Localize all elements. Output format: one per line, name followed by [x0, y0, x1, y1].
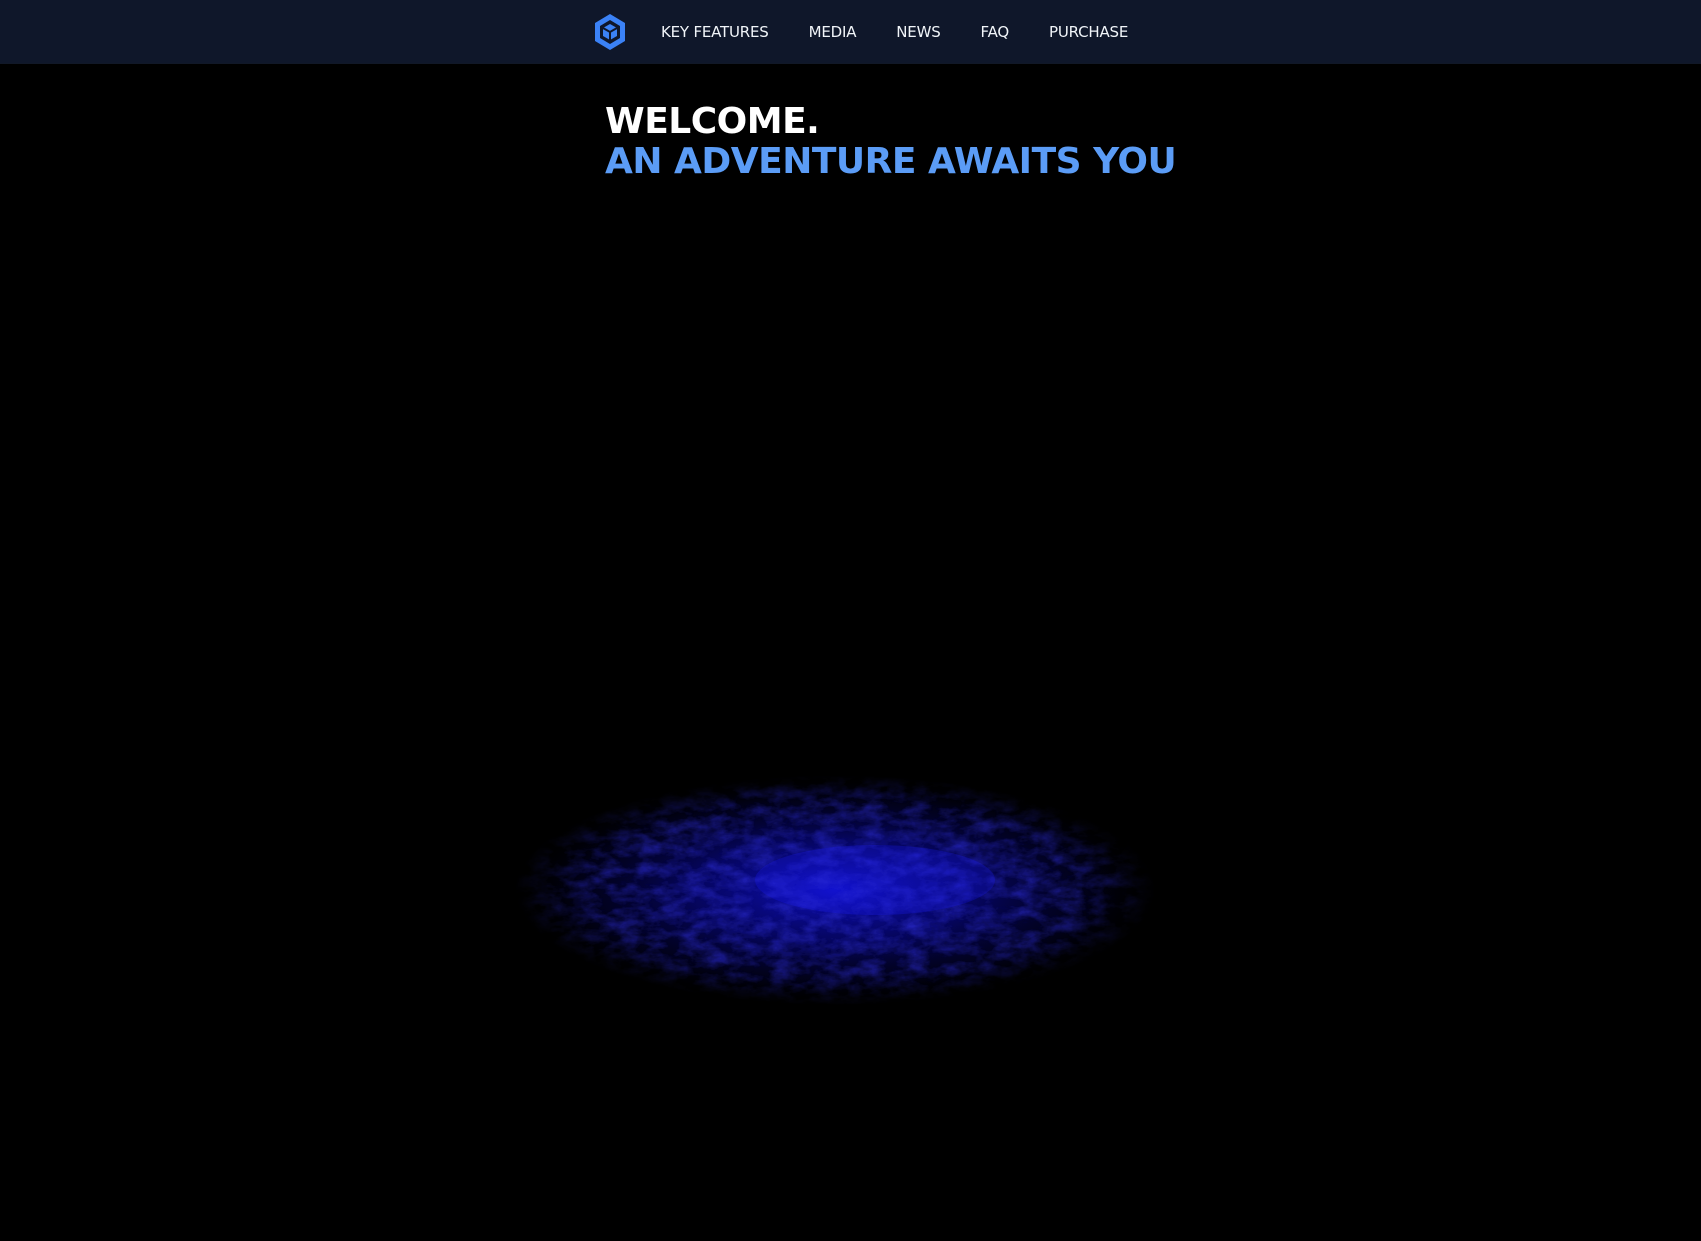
terrain-visual: [505, 765, 1165, 1015]
hero-title: WELCOME. AN ADVENTURE AWAITS YOU: [605, 101, 1177, 182]
top-navbar: KEY FEATURES MEDIA NEWS FAQ PURCHASE: [0, 0, 1701, 64]
nav-link-key-features[interactable]: KEY FEATURES: [661, 23, 769, 41]
hero-welcome-text: WELCOME.: [605, 101, 820, 142]
nav-links: KEY FEATURES MEDIA NEWS FAQ PURCHASE: [661, 23, 1128, 41]
nav-container: KEY FEATURES MEDIA NEWS FAQ PURCHASE: [592, 0, 1128, 64]
nav-link-news[interactable]: NEWS: [896, 23, 940, 41]
hero-tagline-text: AN ADVENTURE AWAITS YOU: [605, 141, 1177, 182]
nav-link-faq[interactable]: FAQ: [981, 23, 1010, 41]
nav-link-purchase[interactable]: PURCHASE: [1049, 23, 1128, 41]
hexagon-cube-logo-icon[interactable]: [592, 12, 628, 52]
nav-link-media[interactable]: MEDIA: [809, 23, 857, 41]
